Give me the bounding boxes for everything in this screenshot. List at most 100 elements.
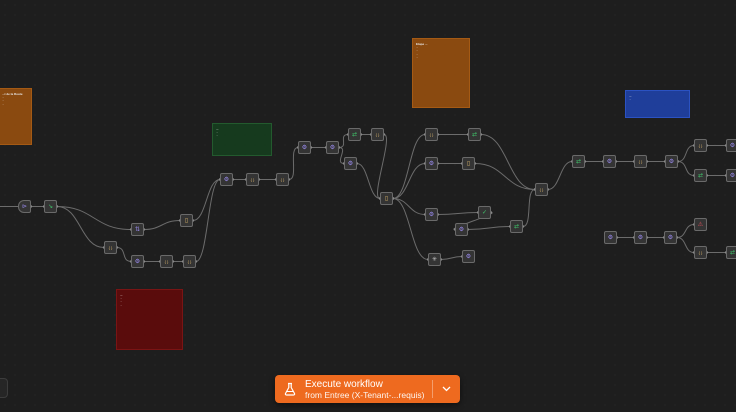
workflow-node[interactable]: { } — [694, 246, 707, 259]
workflow-node[interactable]: ⚙ — [220, 173, 233, 186]
node-icon: ⇄ — [513, 223, 520, 230]
node-icon: ⚙ — [428, 211, 435, 218]
node-icon: ⚠ — [697, 221, 704, 228]
workflow-node[interactable]: { } — [634, 155, 647, 168]
side-panel-toggle[interactable] — [0, 378, 8, 398]
connection[interactable] — [676, 224, 695, 238]
execute-workflow-main[interactable]: Execute workflow from Entree (X-Tenant-.… — [275, 375, 432, 403]
connection[interactable] — [377, 134, 387, 199]
workflow-node[interactable]: { } — [694, 139, 707, 152]
connection[interactable] — [288, 147, 299, 180]
workflow-node[interactable]: ⚙ — [326, 141, 339, 154]
workflow-node[interactable]: ⚙ — [726, 139, 736, 152]
sticky-line: ... — [416, 55, 419, 59]
sticky-line: ... — [120, 303, 123, 307]
workflow-node[interactable]: ↘ — [44, 200, 57, 213]
connection[interactable] — [437, 212, 479, 215]
workflow-node[interactable]: ✳ — [428, 253, 441, 266]
connection[interactable] — [116, 247, 132, 262]
workflow-node[interactable]: ⚙ — [455, 223, 468, 236]
node-icon: { } — [698, 142, 703, 148]
connection[interactable] — [522, 189, 536, 227]
connection[interactable] — [143, 220, 181, 230]
sticky-note[interactable]: ...... — [625, 90, 690, 118]
workflow-node[interactable]: ⚙ — [604, 231, 617, 244]
connection[interactable] — [192, 179, 221, 221]
workflow-node[interactable]: { } — [160, 255, 173, 268]
connection[interactable] — [195, 179, 221, 262]
node-icon: ▯ — [466, 160, 471, 167]
workflow-node[interactable]: ⇄ — [694, 169, 707, 182]
connection[interactable] — [547, 161, 573, 190]
workflow-node[interactable]: ▯ — [380, 192, 393, 205]
connection[interactable] — [677, 161, 695, 176]
node-icon: ⇄ — [351, 131, 358, 138]
workflow-node[interactable]: { } — [425, 128, 438, 141]
node-icon: ⚙ — [428, 160, 435, 167]
connection[interactable] — [676, 237, 695, 253]
workflow-node[interactable]: ⇄ — [572, 155, 585, 168]
node-icon: ⚙ — [301, 144, 308, 151]
workflow-node[interactable]: ⚙ — [425, 157, 438, 170]
node-icon: ⚙ — [667, 234, 674, 241]
workflow-node[interactable]: { } — [104, 241, 117, 254]
workflow-node[interactable]: ⇄ — [468, 128, 481, 141]
flask-icon — [284, 382, 296, 396]
workflow-node[interactable]: ⚙ — [634, 231, 647, 244]
workflow-node[interactable]: ⚙ — [425, 208, 438, 221]
workflow-node[interactable]: ⇄ — [510, 220, 523, 233]
workflow-node[interactable]: ✓ — [478, 206, 491, 219]
workflow-node[interactable]: ▯ — [180, 214, 193, 227]
chevron-down-icon — [442, 386, 451, 392]
connection[interactable] — [474, 163, 536, 190]
sticky-note[interactable]: ............ — [116, 289, 183, 350]
node-icon: { } — [539, 186, 544, 192]
workflow-node[interactable]: ⇅ — [131, 223, 144, 236]
connection[interactable] — [440, 256, 463, 260]
node-icon: ⇄ — [697, 172, 704, 179]
workflow-node[interactable]: { } — [246, 173, 259, 186]
connection[interactable] — [56, 206, 105, 248]
connection[interactable] — [338, 134, 349, 148]
node-icon: ⚙ — [458, 226, 465, 233]
connection[interactable] — [392, 163, 426, 199]
workflow-node[interactable]: { } — [183, 255, 196, 268]
connection[interactable] — [392, 134, 426, 199]
sticky-note[interactable]: ...t de la Route......... — [0, 88, 32, 145]
node-icon: ⚙ — [606, 158, 613, 165]
workflow-node[interactable]: ⚙ — [664, 231, 677, 244]
execute-workflow-button[interactable]: Execute workflow from Entree (X-Tenant-.… — [275, 375, 460, 403]
node-icon: ✳ — [431, 256, 438, 263]
workflow-node[interactable]: ⚙ — [665, 155, 678, 168]
workflow-node[interactable]: ⚠ — [694, 218, 707, 231]
node-icon: ⚙ — [729, 142, 736, 149]
workflow-node[interactable]: ▯ — [462, 157, 475, 170]
workflow-node[interactable]: ⚙ — [298, 141, 311, 154]
workflow-node[interactable]: { } — [276, 173, 289, 186]
workflow-node[interactable]: ⇄ — [348, 128, 361, 141]
sticky-line: ... — [629, 98, 632, 101]
workflow-node[interactable]: { } — [371, 128, 384, 141]
workflow-node[interactable]: { } — [535, 183, 548, 196]
workflow-node[interactable]: ⇄ — [726, 246, 736, 259]
node-icon: { } — [250, 176, 255, 182]
workflow-canvas[interactable]: ...t de la Route......... Etape ........… — [0, 0, 736, 412]
workflow-node[interactable]: ⊳ — [18, 200, 31, 213]
workflow-node[interactable]: ⚙ — [726, 169, 736, 182]
node-icon: { } — [164, 258, 169, 264]
node-icon: ⚙ — [134, 258, 141, 265]
connection[interactable] — [356, 163, 381, 199]
workflow-node[interactable]: ⚙ — [462, 250, 475, 263]
node-icon: ↘ — [47, 203, 54, 210]
sticky-note[interactable]: Etape ............... — [412, 38, 470, 108]
node-icon: ▯ — [184, 217, 189, 224]
workflow-node[interactable]: ⚙ — [344, 157, 357, 170]
node-icon: { } — [187, 258, 192, 264]
connection[interactable] — [480, 134, 536, 190]
trigger-dropdown-button[interactable] — [433, 375, 460, 403]
connection[interactable] — [677, 145, 695, 162]
workflow-node[interactable]: ⚙ — [603, 155, 616, 168]
sticky-note[interactable]: ......... — [212, 123, 272, 156]
workflow-node[interactable]: ⚙ — [131, 255, 144, 268]
connection[interactable] — [467, 226, 511, 230]
